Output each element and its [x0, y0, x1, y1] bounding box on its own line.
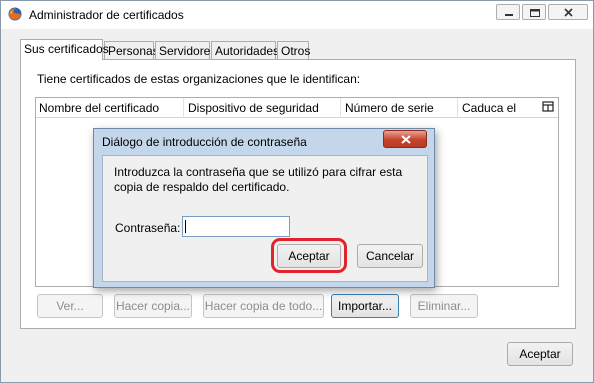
column-separator[interactable]	[457, 98, 458, 118]
view-button[interactable]: Ver...	[37, 294, 103, 318]
backup-button-label: Hacer copia...	[115, 299, 191, 313]
tab-personas[interactable]: Personas	[104, 41, 159, 59]
tab-label: Autoridades	[215, 44, 280, 58]
dialog-message: Introduzca la contraseña que se utilizó …	[114, 165, 403, 194]
main-ok-label: Aceptar	[519, 347, 561, 361]
backup-all-button-label: Hacer copia de todo...	[204, 299, 323, 313]
view-button-label: Ver...	[56, 299, 84, 313]
tab-label: Personas	[108, 44, 159, 58]
password-dialog: Diálogo de introducción de contraseña In…	[93, 128, 435, 288]
highlight-annotation	[271, 238, 347, 273]
import-button-label: Importar...	[337, 299, 393, 313]
tab-otros[interactable]: Otros	[277, 41, 311, 59]
minimize-button[interactable]	[496, 4, 520, 20]
dialog-cancel-button[interactable]: Cancelar	[357, 244, 423, 268]
column-picker-icon[interactable]	[541, 100, 555, 114]
delete-button-label: Eliminar...	[417, 299, 471, 313]
panel-intro-text: Tiene certificados de estas organizacion…	[37, 72, 361, 86]
column-header-device[interactable]: Dispositivo de seguridad	[188, 101, 319, 115]
close-button[interactable]	[548, 4, 588, 20]
close-icon	[564, 8, 573, 17]
close-icon	[401, 135, 411, 144]
minimize-icon	[505, 14, 513, 16]
backup-button[interactable]: Hacer copia...	[114, 294, 192, 318]
import-button[interactable]: Importar...	[331, 294, 399, 318]
dialog-close-button[interactable]	[383, 130, 427, 148]
tab-label: Servidores	[159, 44, 217, 58]
column-separator[interactable]	[183, 98, 184, 118]
backup-all-button[interactable]: Hacer copia de todo...	[203, 294, 324, 318]
main-ok-button[interactable]: Aceptar	[507, 342, 573, 366]
dialog-cancel-label: Cancelar	[365, 249, 415, 263]
tab-label: Otros	[281, 44, 311, 58]
title-bar: Administrador de certificados	[1, 1, 593, 29]
password-label: Contraseña:	[115, 221, 181, 235]
window-title: Administrador de certificados	[29, 8, 184, 22]
tab-sus-certificados[interactable]: Sus certificados	[20, 39, 109, 60]
tab-servidores[interactable]: Servidores	[155, 41, 216, 59]
text-caret	[185, 220, 186, 233]
column-separator[interactable]	[340, 98, 341, 118]
column-header-expires[interactable]: Caduca el	[462, 101, 516, 115]
tab-label: Sus certificados	[24, 42, 109, 56]
password-input[interactable]	[182, 216, 290, 237]
maximize-icon	[530, 9, 540, 17]
firefox-icon	[8, 7, 22, 21]
dialog-title: Diálogo de introducción de contraseña	[102, 135, 307, 149]
dialog-body: Introduzca la contraseña que se utilizó …	[102, 155, 428, 282]
column-header-serial[interactable]: Número de serie	[345, 101, 434, 115]
tab-autoridades[interactable]: Autoridades	[211, 41, 280, 59]
tree-header: Nombre del certificado Dispositivo de se…	[36, 98, 558, 118]
maximize-button[interactable]	[522, 4, 546, 20]
column-header-name[interactable]: Nombre del certificado	[39, 101, 159, 115]
delete-button[interactable]: Eliminar...	[410, 294, 478, 318]
